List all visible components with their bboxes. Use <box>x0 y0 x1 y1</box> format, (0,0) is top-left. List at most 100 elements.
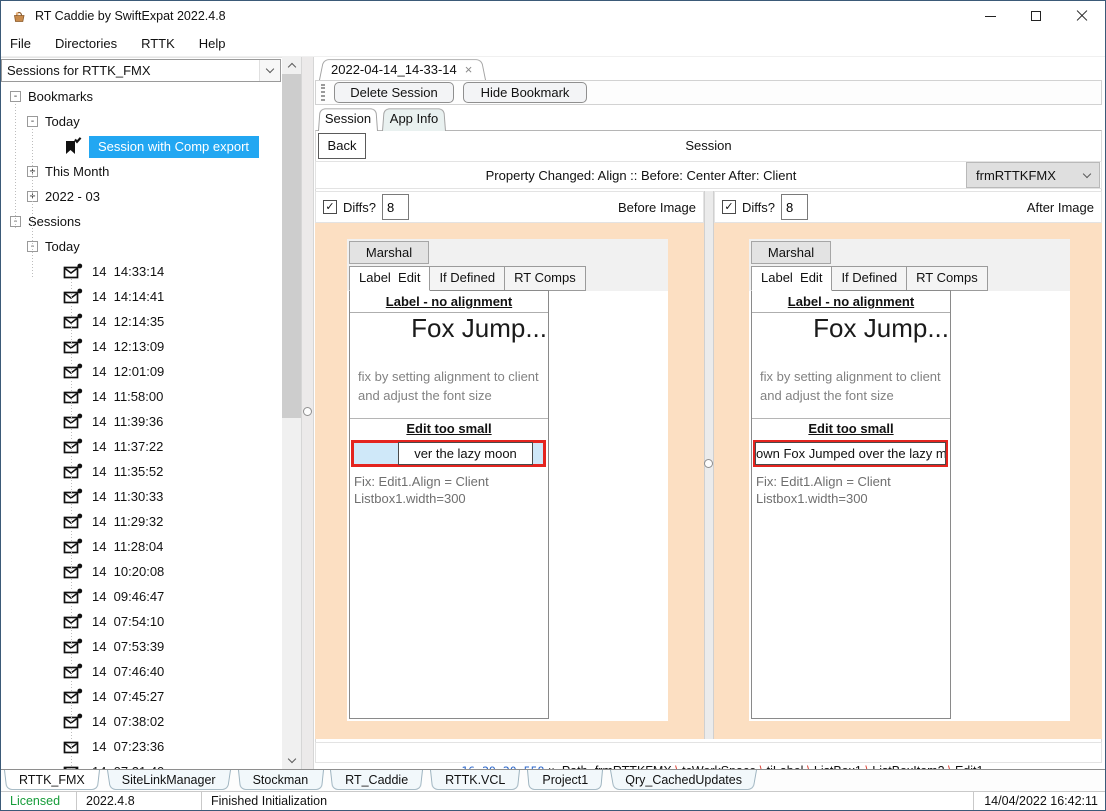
tree-node-sessions[interactable]: - Sessions <box>1 209 282 234</box>
status-bar: Licensed 2022.4.8 Finished Initializatio… <box>1 791 1105 810</box>
session-tree-item[interactable]: 14 11:35:52 <box>1 459 282 484</box>
combo-dropdown-button[interactable] <box>259 60 280 81</box>
expand-toggle[interactable]: - <box>27 116 38 127</box>
license-status: Licensed <box>1 792 77 810</box>
menu-bar: File Directories RTTK Help <box>1 31 1105 57</box>
toolbar-gripper-icon[interactable] <box>321 84 325 101</box>
sidebar-splitter[interactable] <box>301 57 314 769</box>
session-tree-item[interactable]: 14 07:53:39 <box>1 634 282 659</box>
before-diffs-count-input[interactable] <box>382 194 409 220</box>
before-pane: ✓ Diffs? Before Image Marshal Label Edit <box>315 191 704 739</box>
captured-tab-rt-comps: RT Comps <box>504 266 586 291</box>
unread-dot-icon <box>77 464 82 469</box>
maximize-button[interactable] <box>1013 1 1059 31</box>
scroll-down-button[interactable] <box>282 752 301 769</box>
unread-dot-icon <box>77 314 82 319</box>
after-diffs-checkbox[interactable]: ✓ <box>722 200 736 214</box>
project-tab-label: RT_Caddie <box>345 773 408 787</box>
menu-help[interactable]: Help <box>187 31 238 57</box>
chevron-down-icon <box>287 755 295 763</box>
form-selector-combo[interactable]: frmRTTKFMX <box>966 162 1100 188</box>
session-tree-item[interactable]: 14 07:46:40 <box>1 659 282 684</box>
pane-splitter[interactable] <box>704 191 714 739</box>
tab-session[interactable]: Session <box>318 107 378 131</box>
session-tree-item[interactable]: 14 11:30:33 <box>1 484 282 509</box>
session-tree-item[interactable]: 14 10:20:08 <box>1 559 282 584</box>
menu-rttk[interactable]: RTTK <box>129 31 187 57</box>
session-item-label: 14 11:28:04 <box>92 539 163 554</box>
before-diffs-checkbox[interactable]: ✓ <box>323 200 337 214</box>
session-tree-item[interactable]: 14 07:21:40 <box>1 759 282 769</box>
project-tab[interactable]: RTTK.VCL <box>430 770 520 791</box>
menu-directories[interactable]: Directories <box>43 31 129 57</box>
menu-file[interactable]: File <box>1 31 43 57</box>
session-tree-item[interactable]: 14 12:14:35 <box>1 309 282 334</box>
project-tab-label: Project1 <box>542 773 588 787</box>
expand-toggle[interactable]: - <box>10 91 21 102</box>
project-tab[interactable]: Project1 <box>527 770 603 791</box>
tree-node-label: Today <box>45 239 80 254</box>
chevron-down-icon <box>266 65 274 73</box>
component-path-bar: 16:29:20.558 :: Path=frmRTTKFMX \ tcWork… <box>315 742 1102 763</box>
session-item-label: 14 11:37:22 <box>92 439 163 454</box>
session-tree-item[interactable]: 14 12:13:09 <box>1 334 282 359</box>
sessions-combo-value: Sessions for RTTK_FMX <box>2 63 259 78</box>
splitter-grip-icon[interactable] <box>704 459 713 468</box>
tree-node-label: 2022 - 03 <box>45 189 100 204</box>
project-tab[interactable]: RTTK_FMX <box>4 770 100 791</box>
session-tree-item[interactable]: 14 11:29:32 <box>1 509 282 534</box>
scroll-up-button[interactable] <box>282 57 301 74</box>
tab-app-info[interactable]: App Info <box>382 107 446 131</box>
project-tab[interactable]: RT_Caddie <box>330 770 423 791</box>
session-tree-item[interactable]: 14 14:14:41 <box>1 284 282 309</box>
session-tree-item[interactable]: 14 11:58:00 <box>1 384 282 409</box>
page-tab-strip: Session App Info <box>314 107 1105 131</box>
session-tree-item[interactable]: 14 07:38:02 <box>1 709 282 734</box>
tree-scrollbar[interactable] <box>282 57 301 769</box>
app-window: RT Caddie by SwiftExpat 2022.4.8 File Di… <box>0 0 1106 811</box>
splitter-grip-icon[interactable] <box>303 407 312 416</box>
project-tab[interactable]: SiteLinkManager <box>107 770 231 791</box>
tree-guide-line <box>15 104 16 229</box>
session-tree-item[interactable]: 14 07:45:27 <box>1 684 282 709</box>
tree-node-2022-03[interactable]: + 2022 - 03 <box>1 184 282 209</box>
tab-close-icon[interactable]: × <box>465 62 473 77</box>
unread-dot-icon <box>77 414 82 419</box>
project-tab[interactable]: Stockman <box>238 770 324 791</box>
session-item-label: 14 07:23:36 <box>92 739 164 754</box>
session-tree-item[interactable]: 14 11:37:22 <box>1 434 282 459</box>
after-diffs-count-input[interactable] <box>781 194 808 220</box>
delete-session-button[interactable]: Delete Session <box>334 82 454 103</box>
session-tree-item[interactable]: 14 07:54:10 <box>1 609 282 634</box>
session-document-tab[interactable]: 2022-04-14_14-33-14 × <box>319 58 486 80</box>
captured-label-header: Label - no alignment <box>752 291 950 313</box>
session-tree-item[interactable]: 14 07:23:36 <box>1 734 282 759</box>
after-captured-form: Marshal Label Edit If Defined RT Comps L… <box>749 239 1070 721</box>
unread-dot-icon <box>77 339 82 344</box>
scrollbar-thumb[interactable] <box>282 74 301 418</box>
session-tree-item[interactable]: 14 11:39:36 <box>1 409 282 434</box>
session-envelope-icon <box>63 338 83 355</box>
captured-tab-rt-comps: RT Comps <box>906 266 988 291</box>
tree-node-bookmarks[interactable]: - Bookmarks <box>1 84 282 109</box>
captured-edit-header: Edit too small <box>752 418 950 439</box>
sessions-sidebar: Sessions for RTTK_FMX - Bookmarks - Toda… <box>1 57 282 769</box>
session-tree-item[interactable]: 14 11:28:04 <box>1 534 282 559</box>
after-pane: ✓ Diffs? After Image Marshal Label Edit <box>714 191 1102 739</box>
hide-bookmark-button[interactable]: Hide Bookmark <box>463 82 587 103</box>
session-item-label: 14 11:30:33 <box>92 489 163 504</box>
tree-node-this-month[interactable]: + This Month <box>1 159 282 184</box>
tree-node-bookmarks-today[interactable]: - Today <box>1 109 282 134</box>
minimize-icon <box>985 16 996 17</box>
project-tab[interactable]: Qry_CachedUpdates <box>610 770 757 791</box>
session-tree-item[interactable]: 14 09:46:47 <box>1 584 282 609</box>
tree-node-selected-bookmark[interactable]: Session with Comp export <box>1 134 282 159</box>
session-tree-item[interactable]: 14 14:33:14 <box>1 259 282 284</box>
tree-guide-line <box>32 129 33 279</box>
session-envelope-icon <box>63 463 83 480</box>
session-tree-item[interactable]: 14 12:01:09 <box>1 359 282 384</box>
sessions-combo[interactable]: Sessions for RTTK_FMX <box>1 59 281 82</box>
close-button[interactable] <box>1059 1 1105 31</box>
minimize-button[interactable] <box>967 1 1013 31</box>
tree-node-sessions-today[interactable]: - Today <box>1 234 282 259</box>
